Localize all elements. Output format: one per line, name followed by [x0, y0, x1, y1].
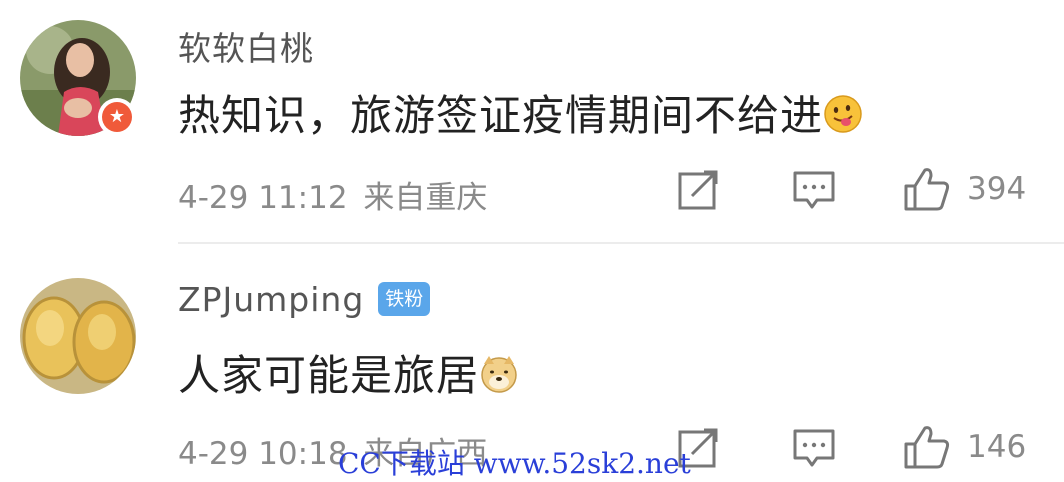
thumbs-up-icon	[904, 426, 950, 469]
comment-text: 热知识，旅游签证疫情期间不给进	[178, 82, 863, 143]
like-button[interactable]: 146	[903, 424, 1026, 470]
comment-time: 4-29 10:18	[178, 436, 348, 472]
comment-text-content: 人家可能是旅居	[178, 351, 480, 400]
comment-meta: 4-29 11:12 来自重庆	[178, 172, 487, 217]
tongue-face-emoji-icon	[824, 95, 862, 133]
comment-text-content: 热知识，旅游签证疫情期间不给进	[178, 91, 824, 140]
site-watermark: CC下载站 www.52sk2.net	[338, 447, 691, 480]
comment-icon	[793, 171, 835, 209]
comment-icon	[793, 429, 835, 467]
comment-text: 人家可能是旅居	[178, 342, 519, 403]
comment-location: 来自重庆	[363, 180, 488, 216]
username[interactable]: 软软白桃	[178, 22, 314, 70]
share-icon	[678, 170, 718, 210]
verified-badge-icon: ★	[98, 98, 136, 136]
user-avatar[interactable]	[20, 278, 136, 394]
thumbs-up-icon	[904, 168, 950, 211]
username-text: ZPJumping	[178, 280, 365, 319]
doge-emoji-icon	[481, 356, 517, 393]
reply-button[interactable]	[793, 428, 835, 468]
share-button[interactable]	[678, 170, 720, 210]
avatar-image	[20, 278, 136, 394]
username[interactable]: ZPJumping 铁粉	[178, 280, 431, 319]
comment-divider	[178, 242, 1064, 244]
comment-time: 4-29 11:12	[178, 180, 348, 216]
like-count: 146	[967, 429, 1027, 465]
reply-button[interactable]	[793, 170, 835, 210]
like-button[interactable]: 394	[903, 166, 1026, 212]
like-count: 394	[967, 171, 1027, 207]
fan-badge: 铁粉	[378, 282, 431, 316]
